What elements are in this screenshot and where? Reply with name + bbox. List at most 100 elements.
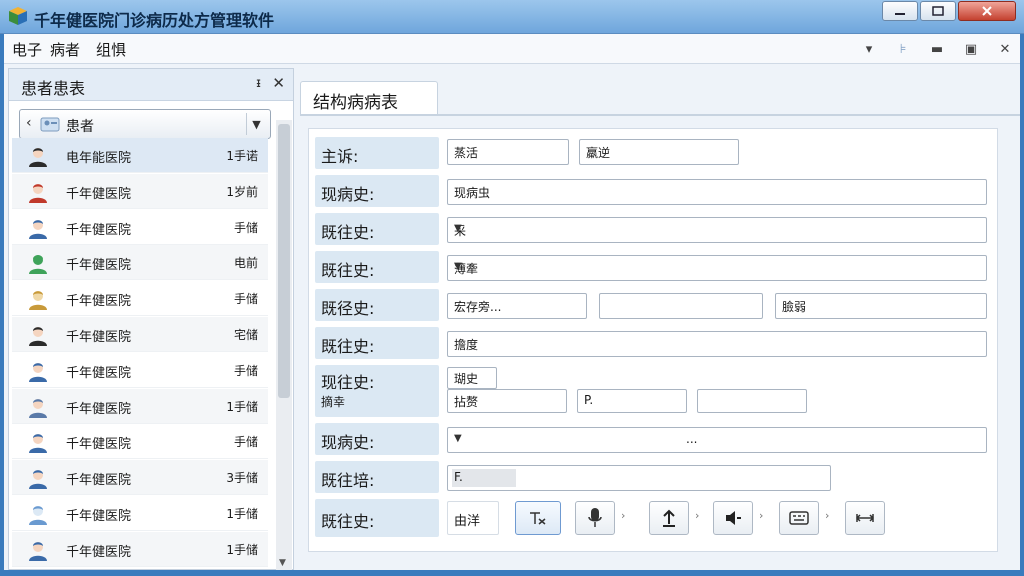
minimize-button[interactable] — [882, 1, 918, 21]
history-mini-field[interactable]: 瑚史 — [447, 367, 497, 389]
field-value: 羸逆 — [586, 146, 611, 160]
patient-row[interactable]: 千年健医院 电前 — [12, 245, 268, 281]
chevron-down-icon[interactable]: ▼ — [454, 433, 980, 444]
patient-name: 千年健医院 — [66, 437, 132, 453]
patient-name: 千年健医院 — [66, 294, 132, 310]
form-label: 既往史: — [321, 223, 375, 242]
patient-status: 手储 — [233, 363, 258, 378]
scrollbar-thumb[interactable] — [278, 124, 290, 398]
expand-icon — [855, 514, 875, 522]
form-sublabel: 摘幸 — [321, 395, 346, 409]
patient-avatar-icon — [29, 470, 47, 490]
form-label: 既往史: — [321, 261, 375, 280]
separator-arrow-icon: › — [695, 509, 700, 522]
label-cell: 现病史: — [315, 423, 439, 455]
patient-status: 1手储 — [226, 399, 258, 414]
past-history-field-b[interactable] — [599, 293, 763, 319]
upload-icon — [663, 509, 675, 527]
patient-status: 宅储 — [233, 328, 258, 342]
patient-row[interactable]: 千年健医院 手储 — [12, 281, 268, 317]
pin-icon[interactable]: ⊧ — [894, 40, 912, 58]
medical-record-form: 主诉: 蒸活 羸逆 现病史: 现病虫 既往史: 采 ▼ 既往史: 薄牽 ▼ 既径史:… — [308, 128, 998, 552]
chief-complaint-field-2[interactable]: 羸逆 — [579, 139, 739, 165]
expand-button[interactable] — [845, 501, 885, 535]
field-value: F. — [454, 470, 463, 484]
past-history-input[interactable]: F. — [447, 465, 831, 491]
close-icon[interactable]: ✕ — [272, 74, 285, 92]
patient-name: 千年健医院 — [66, 258, 132, 274]
patient-status: 1手储 — [226, 542, 258, 557]
chevron-down-icon[interactable]: ▼ — [454, 223, 980, 234]
voice-input-button[interactable] — [575, 501, 615, 535]
history-toolbar-field[interactable]: 由洋 — [447, 501, 499, 535]
patient-row[interactable]: 千年健医院 1手储 — [12, 388, 268, 424]
history-field-g[interactable] — [697, 389, 807, 413]
past-history-field-d[interactable]: 擔度 — [447, 331, 987, 357]
field-value: 擔度 — [454, 338, 479, 352]
separator-arrow-icon: › — [759, 509, 764, 522]
past-history-field-a[interactable]: 宏存旁... — [447, 293, 587, 319]
patient-avatar-icon — [29, 219, 47, 239]
patient-status: 电前 — [233, 256, 258, 271]
text-format-button[interactable] — [515, 501, 561, 535]
title-bar: 千年健医院门诊病历处方管理软件 — [0, 0, 1024, 34]
patient-name: 千年健医院 — [66, 186, 132, 202]
keyboard-button[interactable] — [779, 501, 819, 535]
menu-group[interactable]: 组惧 — [96, 39, 126, 60]
keyboard-icon — [789, 511, 809, 525]
patient-row[interactable]: 千年健医院 1手储 — [12, 496, 268, 531]
patient-status: 1岁前 — [226, 184, 258, 199]
patient-avatar-icon — [29, 183, 47, 203]
maximize-button[interactable] — [920, 1, 956, 21]
patient-avatar-icon — [29, 291, 47, 311]
past-history-field-c[interactable]: 臉弱 — [775, 293, 987, 319]
patient-avatar-icon — [29, 362, 47, 382]
chevron-down-icon[interactable]: ▾ — [860, 40, 878, 58]
patient-row[interactable]: 千年健医院 3手储 — [12, 460, 268, 496]
patient-filter-select[interactable]: ‹ 患者 ▼ — [19, 109, 271, 139]
chevron-left-icon[interactable]: ‹ — [26, 115, 32, 131]
history-field-f[interactable]: P. — [577, 389, 687, 413]
patient-row[interactable]: 电年能医院 1手诺 — [12, 138, 268, 173]
patient-row[interactable]: 千年健医院 手储 — [12, 424, 268, 460]
restore-icon[interactable]: ▣ — [962, 40, 980, 58]
field-value: 由洋 — [454, 514, 481, 529]
menu-electronic[interactable]: 电子 — [12, 39, 42, 60]
chevron-down-icon[interactable]: ▼ — [454, 261, 980, 272]
scroll-down-icon[interactable]: ▼ — [279, 558, 286, 568]
patient-row[interactable]: 千年健医院 1手储 — [12, 531, 268, 567]
pin-icon[interactable]: ᵻ — [256, 76, 261, 91]
present-illness-field[interactable]: 现病虫 — [447, 179, 987, 205]
speaker-button[interactable] — [713, 501, 753, 535]
tab-structured-record[interactable]: 结构病病表 — [300, 81, 438, 115]
patient-row[interactable]: 千年健医院 手储 — [12, 210, 268, 245]
patient-name: 千年健医院 — [66, 509, 132, 524]
patient-list-scrollbar[interactable]: ▼ — [276, 120, 292, 570]
form-label: 现往史: — [321, 373, 375, 392]
patient-row[interactable]: 千年健医院 宅储 — [12, 317, 268, 352]
close-icon[interactable]: ✕ — [996, 40, 1014, 58]
upload-button[interactable] — [649, 501, 689, 535]
patient-name: 电年能医院 — [66, 151, 132, 166]
patient-status: 1手储 — [226, 507, 258, 521]
history-field-e[interactable]: 拈赘 — [447, 389, 567, 413]
patient-row[interactable]: 千年健医院 手储 — [12, 353, 268, 388]
chief-complaint-field-1[interactable]: 蒸活 — [447, 139, 569, 165]
patient-row[interactable]: 千年健医院 1岁前 — [12, 173, 268, 209]
patient-avatar-icon — [29, 148, 47, 167]
close-button[interactable] — [958, 1, 1016, 21]
minimize-icon[interactable]: ▬ — [928, 40, 946, 58]
minimize-icon — [895, 13, 905, 15]
present-illness-select[interactable]: ... ▼ — [447, 427, 987, 453]
panel-header: 患者患表 ᵻ ✕ — [9, 69, 293, 101]
menu-patient[interactable]: 病者 — [50, 39, 80, 60]
past-history-select-2[interactable]: 薄牽 ▼ — [447, 255, 987, 281]
chevron-down-icon[interactable]: ▼ — [246, 113, 266, 135]
label-cell: 既往史: — [315, 213, 439, 245]
past-history-select-1[interactable]: 采 ▼ — [447, 217, 987, 243]
patient-avatar-icon — [29, 434, 47, 454]
restore-icon — [932, 6, 944, 16]
app-logo-icon — [9, 7, 27, 25]
patient-name: 千年健医院 — [66, 473, 132, 489]
patient-avatar-icon — [29, 506, 47, 525]
